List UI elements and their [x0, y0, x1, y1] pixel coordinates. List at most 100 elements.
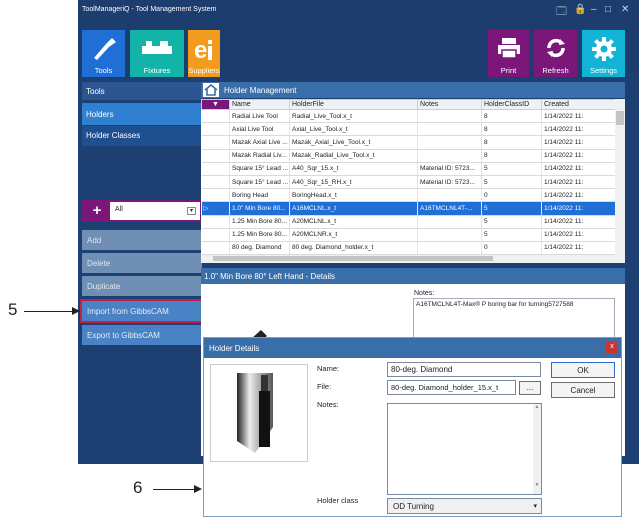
- name-field[interactable]: 80-deg. Diamond: [387, 362, 541, 377]
- table-cell[interactable]: 8: [481, 149, 542, 163]
- suppliers-button[interactable]: e Suppliers: [188, 30, 220, 77]
- table-cell[interactable]: 1/14/2022 11:: [541, 241, 616, 256]
- table-cell[interactable]: [417, 122, 482, 137]
- import-from-gibbscam-button[interactable]: Import from GibbsCAM: [80, 299, 204, 323]
- sidebar-item-holders[interactable]: Holders: [82, 103, 202, 125]
- print-button[interactable]: Print: [488, 30, 529, 77]
- settings-button[interactable]: Settings: [582, 30, 625, 77]
- table-cell[interactable]: Material ID: 5723...: [417, 162, 482, 176]
- table-cell[interactable]: 80 deg. Diamond: [229, 241, 290, 256]
- table-cell[interactable]: 1.0" Min Bore 80...: [229, 201, 290, 216]
- table-cell[interactable]: 1.25 Min Bore 80...: [229, 215, 290, 229]
- table-cell[interactable]: Material ID: 5723...: [417, 175, 482, 190]
- table-cell[interactable]: 5: [481, 162, 542, 176]
- scroll-thumb[interactable]: [213, 256, 493, 261]
- notes-textarea[interactable]: ▲ ▼: [387, 403, 542, 495]
- table-cell[interactable]: 8: [481, 122, 542, 137]
- dialog-close-button[interactable]: x: [606, 342, 618, 353]
- table-cell[interactable]: Axial Live Tool: [229, 122, 290, 137]
- notes-scrollbar[interactable]: ▲ ▼: [533, 404, 541, 494]
- table-cell[interactable]: 8: [481, 135, 542, 150]
- table-cell[interactable]: [417, 109, 482, 124]
- table-cell[interactable]: Square 15° Lead ...: [229, 175, 290, 190]
- table-row[interactable]: 1.25 Min Bore 80... A20MCLNR.x_t 5 1/14/202…: [201, 228, 616, 242]
- table-vertical-scrollbar[interactable]: [615, 99, 625, 263]
- table-cell[interactable]: Mazak_Axial_Live_Tool.x_t: [289, 135, 418, 150]
- column-header-notes[interactable]: Notes: [417, 99, 482, 110]
- scroll-thumb[interactable]: [616, 111, 624, 125]
- table-cell[interactable]: 1/14/2022 11:: [541, 149, 616, 163]
- table-row[interactable]: Mazak Radial Liv... Mazak_Radial_Live_Too…: [201, 149, 616, 163]
- table-row[interactable]: Axial Live Tool Axial_Live_Tool.x_t 8 1/14/…: [201, 122, 616, 137]
- table-cell[interactable]: Mazak Axial Live ...: [229, 135, 290, 150]
- column-header-created[interactable]: Created: [541, 99, 616, 110]
- filter-select-value[interactable]: All: [115, 206, 123, 213]
- maximize-button[interactable]: □: [605, 4, 611, 15]
- table-row[interactable]: 1.25 Min Bore 80... A20MCLNL.x_t 5 1/14/202…: [201, 215, 616, 229]
- holder-class-select[interactable]: OD Turning ▾: [387, 498, 542, 514]
- table-cell[interactable]: 0: [481, 188, 542, 203]
- table-row[interactable]: ▷ 1.0" Min Bore 80... A16MCLNL.x_t A16TMCLN…: [201, 201, 616, 216]
- table-row[interactable]: Boring Head BoringHead.x_t 0 1/14/2022 11:: [201, 188, 616, 203]
- file-field[interactable]: 80-deg. Diamond_holder_15.x_t: [387, 380, 516, 395]
- table-cell[interactable]: A20MCLNL.x_t: [289, 215, 418, 229]
- table-cell[interactable]: 1.25 Min Bore 80...: [229, 228, 290, 242]
- table-cell[interactable]: 1/14/2022 11:: [541, 215, 616, 229]
- table-cell[interactable]: A40_Sqr_15.x_t: [289, 162, 418, 176]
- table-cell[interactable]: 80 deg. Diamond_holder.x_t: [289, 241, 418, 256]
- duplicate-button[interactable]: Duplicate: [82, 276, 202, 296]
- table-cell[interactable]: [417, 215, 482, 229]
- column-header-holderclassid[interactable]: HolderClassID: [481, 99, 542, 110]
- export-to-gibbscam-button[interactable]: Export to GibbsCAM: [82, 325, 202, 345]
- table-cell[interactable]: 5: [481, 175, 542, 190]
- table-cell[interactable]: A16MCLNL.x_t: [289, 201, 418, 216]
- table-cell[interactable]: Boring Head: [229, 188, 290, 203]
- table-cell[interactable]: Mazak_Radial_Live_Tool.x_t: [289, 149, 418, 163]
- table-cell[interactable]: Mazak Radial Liv...: [229, 149, 290, 163]
- column-header-holderfile[interactable]: HolderFile: [289, 99, 418, 110]
- table-cell[interactable]: 1/14/2022 11:: [541, 109, 616, 124]
- table-cell[interactable]: 1/14/2022 11:: [541, 188, 616, 203]
- table-cell[interactable]: BoringHead.x_t: [289, 188, 418, 203]
- column-filter-icon[interactable]: ▼: [201, 99, 230, 110]
- refresh-button[interactable]: Refresh: [534, 30, 577, 77]
- table-cell[interactable]: Radial Live Tool: [229, 109, 290, 124]
- table-row[interactable]: Square 15° Lead ... A40_Sqr_15.x_t Materia…: [201, 162, 616, 176]
- table-cell[interactable]: 1/14/2022 11:: [541, 201, 616, 216]
- table-row[interactable]: 80 deg. Diamond 80 deg. Diamond_holder.x_…: [201, 241, 616, 256]
- table-cell[interactable]: A40_Sqr_15_RH.x_t: [289, 175, 418, 190]
- add-filter-button[interactable]: +: [84, 202, 110, 220]
- table-cell[interactable]: Radial_Live_Tool.x_t: [289, 109, 418, 124]
- table-cell[interactable]: 5: [481, 201, 542, 216]
- ok-button[interactable]: OK: [551, 362, 615, 378]
- table-cell[interactable]: [417, 135, 482, 150]
- minimize-button[interactable]: –: [591, 4, 597, 15]
- column-header-name[interactable]: Name: [229, 99, 290, 110]
- table-cell[interactable]: A16TMCLNL4T-...: [417, 201, 482, 216]
- table-cell[interactable]: [417, 228, 482, 242]
- table-cell[interactable]: 1/14/2022 11:: [541, 135, 616, 150]
- table-row[interactable]: Radial Live Tool Radial_Live_Tool.x_t 8 1/1…: [201, 109, 616, 124]
- table-cell[interactable]: 1/14/2022 11:: [541, 122, 616, 137]
- sidebar-item-holder-classes[interactable]: Holder Classes: [82, 126, 202, 146]
- add-button[interactable]: Add: [82, 230, 202, 250]
- close-button[interactable]: ✕: [621, 4, 629, 15]
- table-cell[interactable]: 5: [481, 228, 542, 242]
- tools-button[interactable]: Tools: [82, 30, 125, 77]
- table-cell[interactable]: 1/14/2022 11:: [541, 228, 616, 242]
- table-cell[interactable]: Axial_Live_Tool.x_t: [289, 122, 418, 137]
- table-cell[interactable]: 1/14/2022 11:: [541, 162, 616, 176]
- table-cell[interactable]: Square 15° Lead ...: [229, 162, 290, 176]
- table-cell[interactable]: 1/14/2022 11:: [541, 175, 616, 190]
- table-cell[interactable]: [417, 188, 482, 203]
- table-cell[interactable]: A20MCLNR.x_t: [289, 228, 418, 242]
- table-cell[interactable]: [417, 149, 482, 163]
- home-icon[interactable]: [203, 83, 219, 97]
- chevron-down-icon[interactable]: ▾: [533, 502, 537, 510]
- chevron-down-icon[interactable]: ▾: [187, 207, 196, 215]
- sidebar-item-tools[interactable]: Tools: [82, 82, 202, 100]
- cancel-button[interactable]: Cancel: [551, 382, 615, 398]
- browse-file-button[interactable]: ...: [519, 381, 541, 395]
- table-horizontal-scrollbar[interactable]: [201, 255, 615, 263]
- table-row[interactable]: Square 15° Lead ... A40_Sqr_15_RH.x_t Mate…: [201, 175, 616, 190]
